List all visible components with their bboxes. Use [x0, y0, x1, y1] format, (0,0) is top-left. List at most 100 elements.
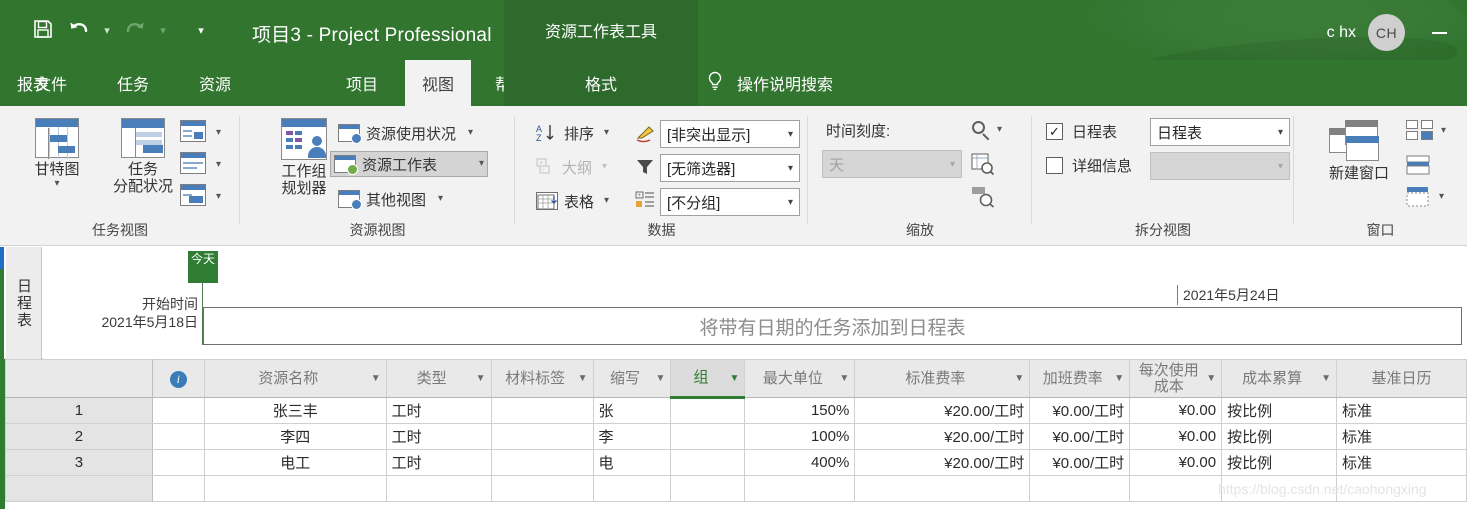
column-filter-arrow-icon[interactable]: ▼	[1014, 373, 1024, 384]
customize-qat-icon[interactable]: ▾	[191, 12, 211, 46]
cell-info[interactable]	[151, 397, 205, 424]
cell-group[interactable]	[670, 397, 746, 424]
arrange-all-dropdown-icon[interactable]: ▾	[1441, 126, 1446, 136]
cell-ot-rate[interactable]: ¥0.00/工时	[1029, 449, 1131, 476]
other-task-views-button[interactable]	[180, 184, 206, 211]
table-row[interactable]: 3 电工 工时 电 400% ¥20.00/工时 ¥0.00/工时 ¥0.00 …	[5, 449, 1467, 476]
gantt-chart-dropdown-icon[interactable]: ▾	[54, 178, 59, 189]
table-row[interactable]: 2 李四 工时 李 100% ¥20.00/工时 ¥0.00/工时 ¥0.00 …	[5, 423, 1467, 450]
tables-dropdown-icon[interactable]: ▾	[604, 196, 609, 206]
highlight-icon[interactable]	[635, 123, 657, 143]
zoom-selected-tasks-button[interactable]	[971, 184, 995, 213]
cell-material-label[interactable]	[490, 423, 594, 450]
cell-info[interactable]	[151, 475, 205, 502]
cell-base-calendar[interactable]	[1336, 475, 1467, 502]
minimize-button[interactable]	[1421, 22, 1457, 44]
resource-sheet-dropdown-icon[interactable]: ▾	[479, 159, 484, 169]
cell-initials[interactable]	[592, 475, 672, 502]
column-filter-arrow-icon[interactable]: ▼	[1114, 373, 1124, 384]
details-checkbox[interactable]: 详细信息	[1046, 155, 1132, 176]
cell-std-rate[interactable]: ¥20.00/工时	[854, 449, 1031, 476]
filter-combo[interactable]: [无筛选器] ▾	[660, 154, 800, 182]
cell-group[interactable]	[670, 449, 746, 476]
arrange-all-button[interactable]: ▾	[1406, 120, 1446, 142]
cell-type[interactable]	[385, 475, 492, 502]
other-task-views-dropdown-icon[interactable]: ▾	[216, 192, 221, 202]
network-diagram-button[interactable]	[180, 120, 206, 147]
cell-resource-name[interactable]: 李四	[203, 423, 387, 450]
cell-max-units[interactable]: 150%	[744, 397, 856, 424]
cell-ot-rate[interactable]: ¥0.00/工时	[1029, 423, 1131, 450]
hide-window-dropdown-icon[interactable]: ▾	[1439, 192, 1444, 202]
cell-base-calendar[interactable]: 标准	[1336, 449, 1467, 476]
cell-ot-rate[interactable]: ¥0.00/工时	[1029, 397, 1131, 424]
other-resource-views-button[interactable]: 其他视图 ▾	[335, 186, 446, 212]
group-combo[interactable]: [不分组] ▾	[660, 188, 800, 216]
cell-initials[interactable]: 李	[592, 423, 672, 450]
cell-cost-per-use[interactable]: ¥0.00	[1129, 449, 1223, 476]
save-icon[interactable]	[25, 12, 61, 46]
tab-view[interactable]: 视图	[405, 60, 472, 106]
group-icon[interactable]: +	[635, 191, 655, 209]
column-filter-arrow-icon[interactable]: ▼	[1206, 373, 1216, 384]
resource-sheet-button[interactable]: 资源工作表 ▾	[330, 151, 488, 177]
column-filter-arrow-icon[interactable]: ▼	[656, 373, 666, 384]
cell-resource-name[interactable]: 张三丰	[203, 397, 387, 424]
network-diagram-dropdown-icon[interactable]: ▾	[216, 128, 221, 138]
cell-group[interactable]	[670, 423, 746, 450]
cell-std-rate[interactable]: ¥20.00/工时	[854, 423, 1031, 450]
cell-cost-per-use[interactable]: ¥0.00	[1129, 397, 1223, 424]
tab-project[interactable]: 项目	[329, 60, 395, 106]
cell-std-rate[interactable]: ¥20.00/工时	[854, 397, 1031, 424]
split-window-button[interactable]	[1406, 154, 1432, 183]
highlight-combo[interactable]: [非突出显示] ▾	[660, 120, 800, 148]
column-header-type[interactable]: 类型 ▼	[385, 359, 492, 398]
column-header-initials[interactable]: 缩写 ▼	[592, 359, 672, 398]
cell-group[interactable]	[670, 475, 746, 502]
cell-type[interactable]: 工时	[385, 397, 492, 424]
column-header-std-rate[interactable]: 标准费率 ▼	[854, 359, 1031, 398]
cell-std-rate[interactable]	[854, 475, 1031, 502]
redo-dropdown-icon[interactable]: ▾	[153, 12, 173, 46]
cell-material-label[interactable]	[490, 449, 594, 476]
tables-button[interactable]: 表格 ▾	[533, 188, 612, 214]
cell-initials[interactable]: 张	[592, 397, 672, 424]
calendar-view-dropdown-icon[interactable]: ▾	[216, 160, 221, 170]
column-header-material-label[interactable]: 材料标签 ▼	[490, 359, 594, 398]
resource-usage-dropdown-icon[interactable]: ▾	[468, 128, 473, 138]
cell-accrual[interactable]: 按比例	[1221, 423, 1338, 450]
column-header-group[interactable]: 组 ▼	[670, 359, 746, 399]
column-filter-arrow-icon[interactable]: ▼	[1321, 373, 1331, 384]
cell-max-units[interactable]: 100%	[744, 423, 856, 450]
task-usage-button[interactable]: 任务 分配状况	[100, 118, 186, 196]
details-checkbox-box[interactable]	[1046, 157, 1063, 174]
tab-format[interactable]: 格式	[504, 60, 698, 106]
column-filter-arrow-icon[interactable]: ▼	[730, 373, 740, 384]
cell-accrual[interactable]	[1221, 475, 1338, 502]
column-filter-arrow-icon[interactable]: ▼	[578, 373, 588, 384]
timeline-checkbox[interactable]: ✓ 日程表	[1046, 121, 1117, 142]
column-filter-arrow-icon[interactable]: ▼	[839, 373, 849, 384]
tell-me-search[interactable]: 操作说明搜索	[705, 60, 833, 106]
avatar[interactable]: CH	[1368, 14, 1405, 51]
sort-dropdown-icon[interactable]: ▾	[604, 128, 609, 138]
column-header-resource-name[interactable]: 资源名称 ▼	[203, 359, 387, 398]
info-column-header[interactable]: i	[151, 359, 205, 398]
highlight-combo-arrow-icon[interactable]: ▾	[788, 129, 793, 140]
cell-type[interactable]: 工时	[385, 449, 492, 476]
redo-icon[interactable]	[117, 12, 153, 46]
column-header-base-calendar[interactable]: 基准日历	[1336, 359, 1467, 398]
column-filter-arrow-icon[interactable]: ▼	[476, 373, 486, 384]
filter-icon[interactable]	[635, 157, 655, 177]
calendar-view-button[interactable]	[180, 152, 206, 179]
sort-button[interactable]: AZ 排序 ▾	[533, 120, 612, 146]
hide-window-button[interactable]: ▾	[1406, 186, 1444, 208]
tab-resource[interactable]: 资源	[182, 60, 248, 106]
cell-base-calendar[interactable]: 标准	[1336, 423, 1467, 450]
other-views-dropdown-icon[interactable]: ▾	[438, 194, 443, 204]
account-area[interactable]: c hx CH	[1327, 14, 1405, 51]
timeline-view-combo-arrow-icon[interactable]: ▾	[1278, 127, 1283, 138]
resource-sheet-table[interactable]: i 资源名称 ▼ 类型 ▼ 材料标签 ▼ 缩写 ▼ 组 ▼ 最大单位 ▼ 标准费…	[5, 359, 1467, 502]
timeline-view-combo[interactable]: 日程表 ▾	[1150, 118, 1290, 146]
cell-material-label[interactable]	[490, 397, 594, 424]
